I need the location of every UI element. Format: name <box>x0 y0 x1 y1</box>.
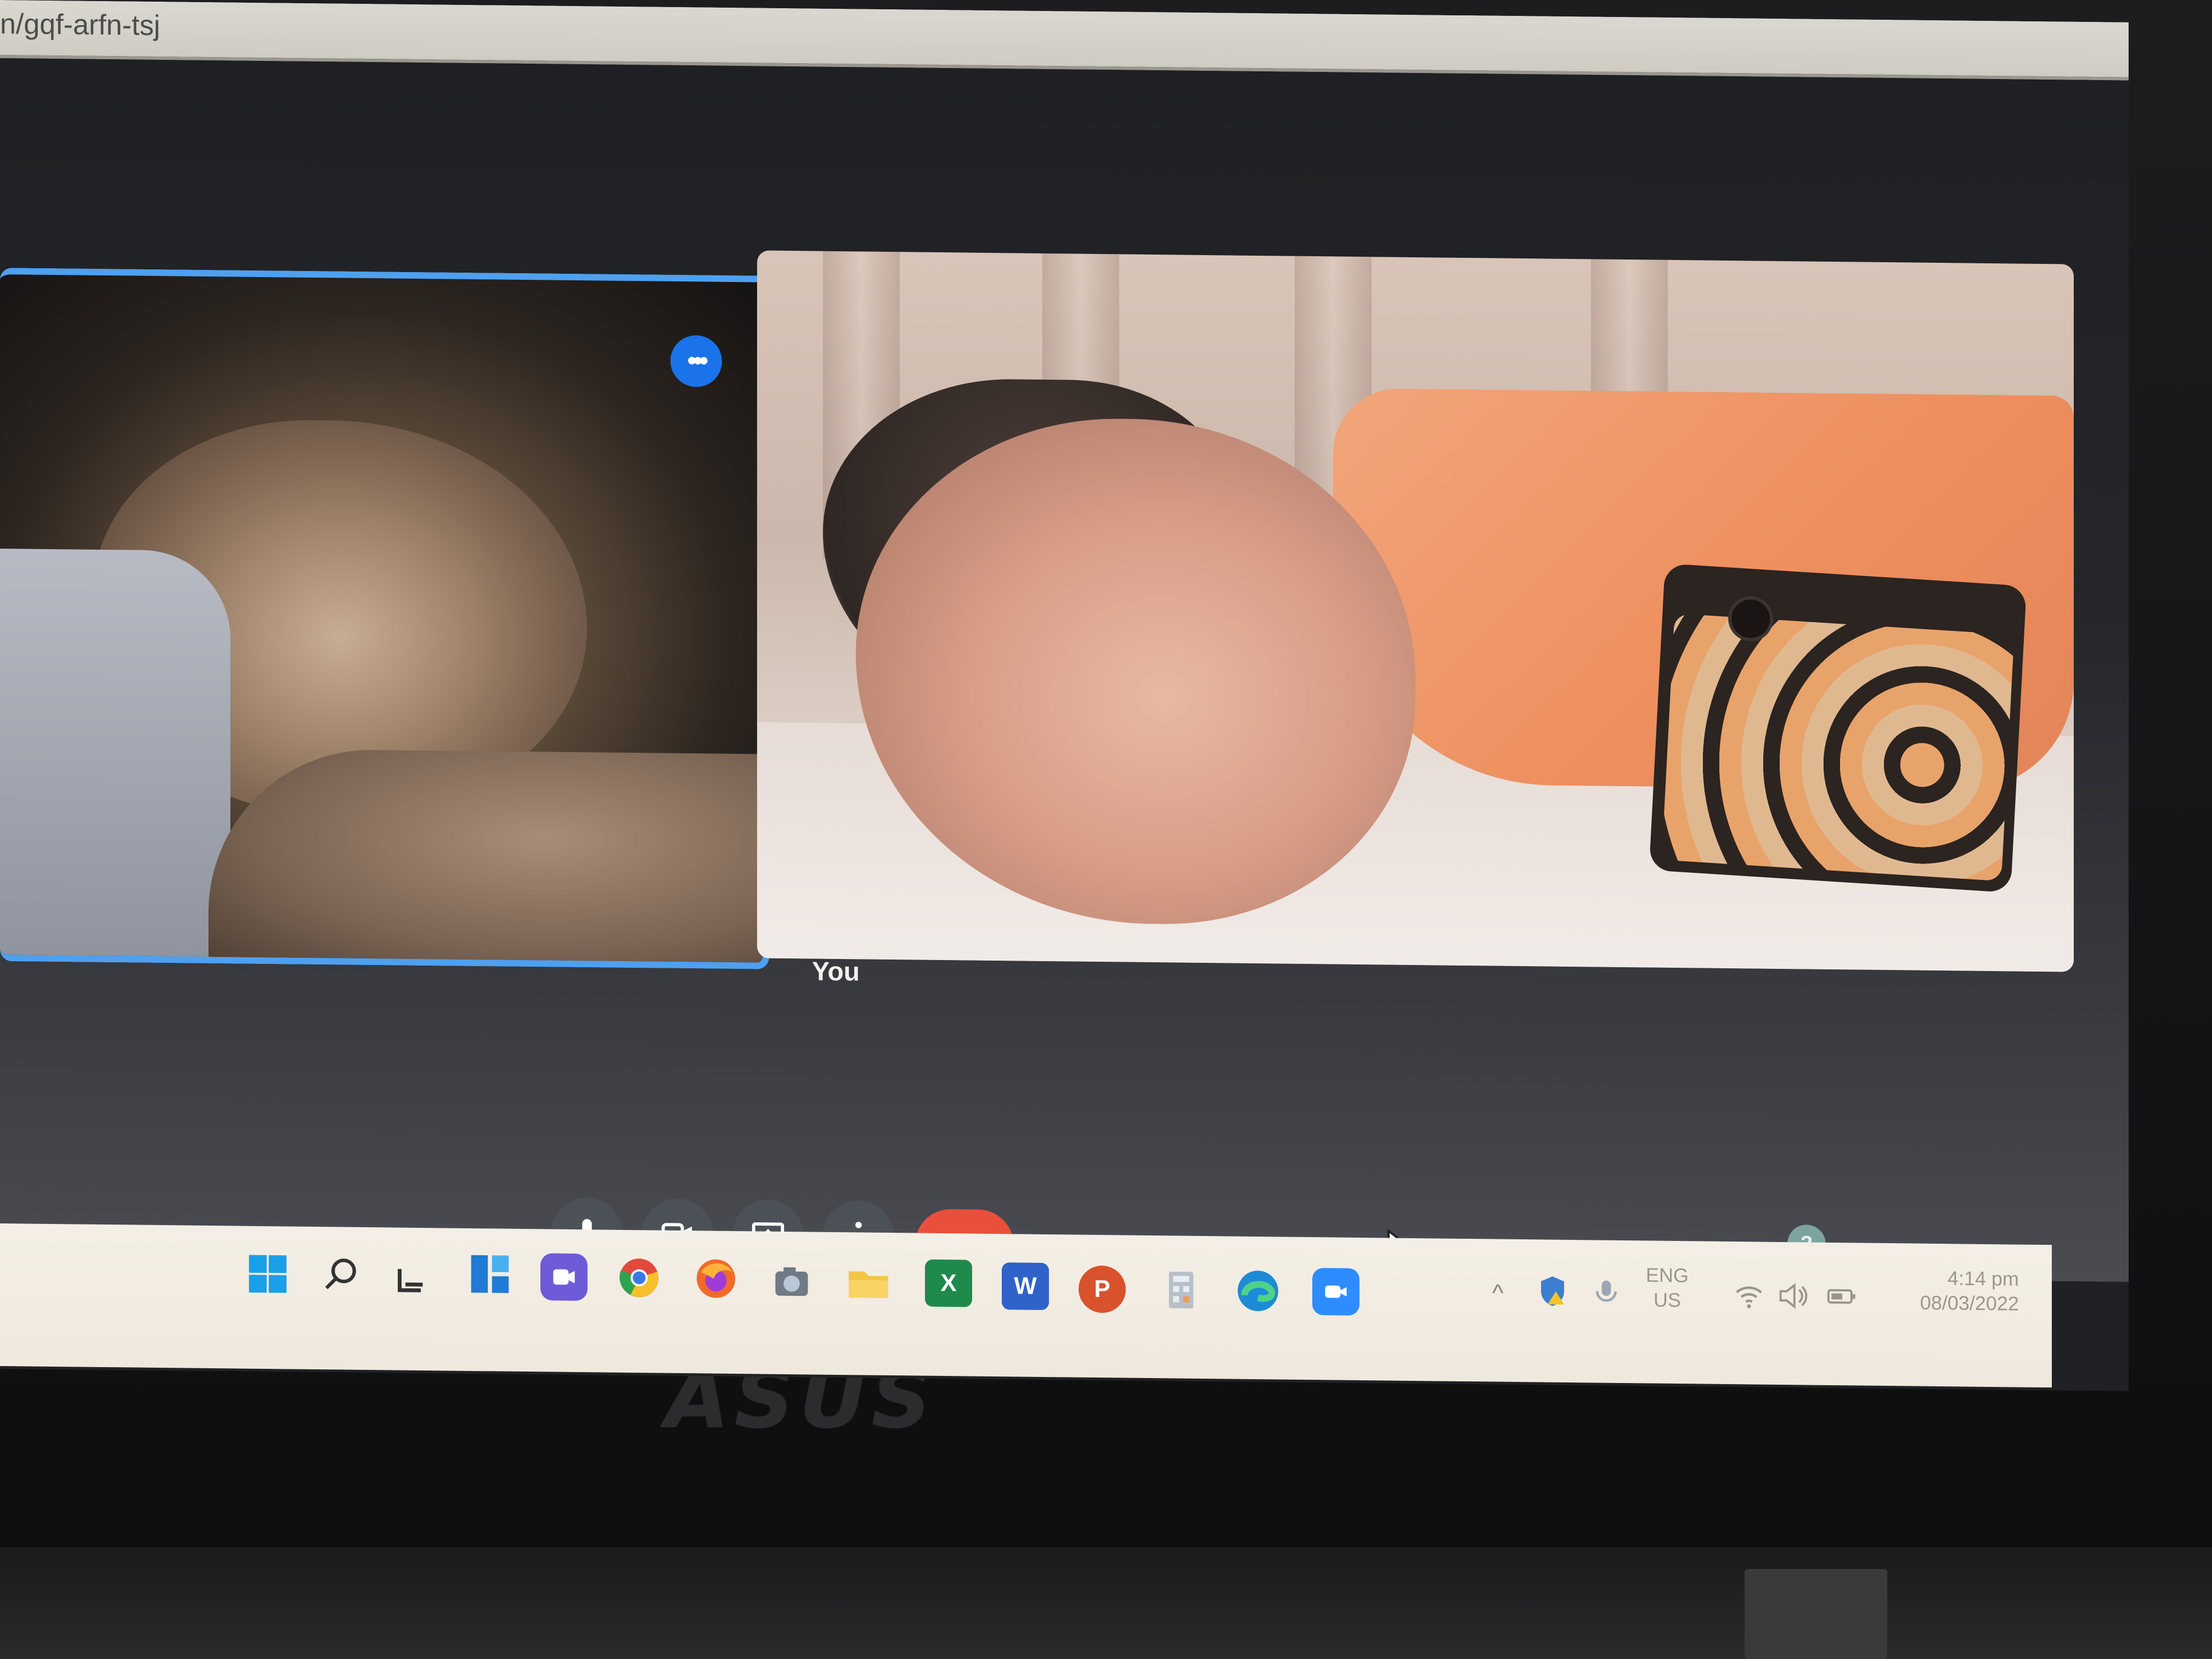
self-name-label: You <box>812 957 860 987</box>
hinge-slot <box>1745 1569 1887 1659</box>
calculator-button[interactable] <box>1158 1266 1205 1314</box>
battery-icon[interactable] <box>1827 1281 1858 1318</box>
teams-chat-button[interactable] <box>540 1253 588 1301</box>
clock-time: 4:14 pm <box>1947 1267 2019 1290</box>
task-view-button[interactable] <box>390 1255 437 1302</box>
excel-icon: X <box>940 1269 957 1297</box>
remote-participant-shirt <box>0 549 230 968</box>
edge-button[interactable] <box>1234 1267 1282 1315</box>
wifi-icon[interactable] <box>1734 1280 1764 1317</box>
tile-more-options-button[interactable]: ••• <box>670 335 722 387</box>
edge-icon <box>1238 1271 1278 1311</box>
language-indicator[interactable]: ENG US <box>1646 1262 1689 1312</box>
windows-start-button[interactable] <box>244 1250 291 1298</box>
laptop-screen: n/gqf-arfn-tsj ••• You X W P ^ ENG US 4:… <box>0 0 2129 1391</box>
remote-participant-tile[interactable] <box>0 268 769 969</box>
firefox-button[interactable] <box>692 1255 740 1302</box>
zoom-button[interactable] <box>1312 1268 1359 1316</box>
clock[interactable]: 4:14 pm 08/03/2022 <box>1882 1265 2019 1316</box>
excel-button[interactable]: X <box>925 1259 972 1307</box>
clock-date: 08/03/2022 <box>1920 1291 2019 1315</box>
word-button[interactable]: W <box>1002 1262 1049 1311</box>
search-icon <box>325 1259 356 1289</box>
region-code: US <box>1654 1288 1681 1312</box>
url-text[interactable]: n/gqf-arfn-tsj <box>0 8 160 42</box>
powerpoint-button[interactable]: P <box>1079 1265 1126 1313</box>
camera-app-button[interactable] <box>768 1258 815 1306</box>
powerpoint-icon: P <box>1094 1275 1110 1303</box>
phone-case-pattern <box>1661 613 2015 882</box>
phone-in-frame <box>1649 563 2027 893</box>
file-explorer-button[interactable] <box>845 1259 892 1306</box>
self-view-tile[interactable] <box>757 250 2074 972</box>
taskbar-search-button[interactable] <box>318 1251 365 1299</box>
remote-participant-arm <box>208 748 768 969</box>
widgets-icon <box>471 1255 509 1293</box>
chrome-icon <box>619 1259 659 1297</box>
folder-icon <box>849 1271 888 1298</box>
security-warning-icon[interactable] <box>1536 1274 1569 1314</box>
widgets-button[interactable] <box>466 1250 514 1298</box>
windows-icon <box>249 1255 287 1293</box>
task-view-icon <box>398 1269 423 1293</box>
camera-icon <box>775 1267 808 1296</box>
microphone-in-use-icon <box>1591 1277 1622 1314</box>
tray-overflow-chevron-icon[interactable]: ^ <box>1492 1279 1504 1307</box>
firefox-icon <box>696 1259 736 1298</box>
calculator-icon <box>1169 1272 1194 1309</box>
word-icon: W <box>1014 1272 1037 1300</box>
volume-icon[interactable] <box>1778 1280 1808 1318</box>
chat-camera-icon <box>553 1269 575 1285</box>
chrome-button[interactable] <box>616 1254 663 1302</box>
zoom-icon <box>1325 1285 1347 1298</box>
language-code: ENG <box>1646 1263 1689 1287</box>
windows-taskbar: X W P ^ ENG US 4:14 pm 08/03/2022 <box>0 1223 2052 1388</box>
meeting-stage: ••• You <box>0 58 2129 1302</box>
